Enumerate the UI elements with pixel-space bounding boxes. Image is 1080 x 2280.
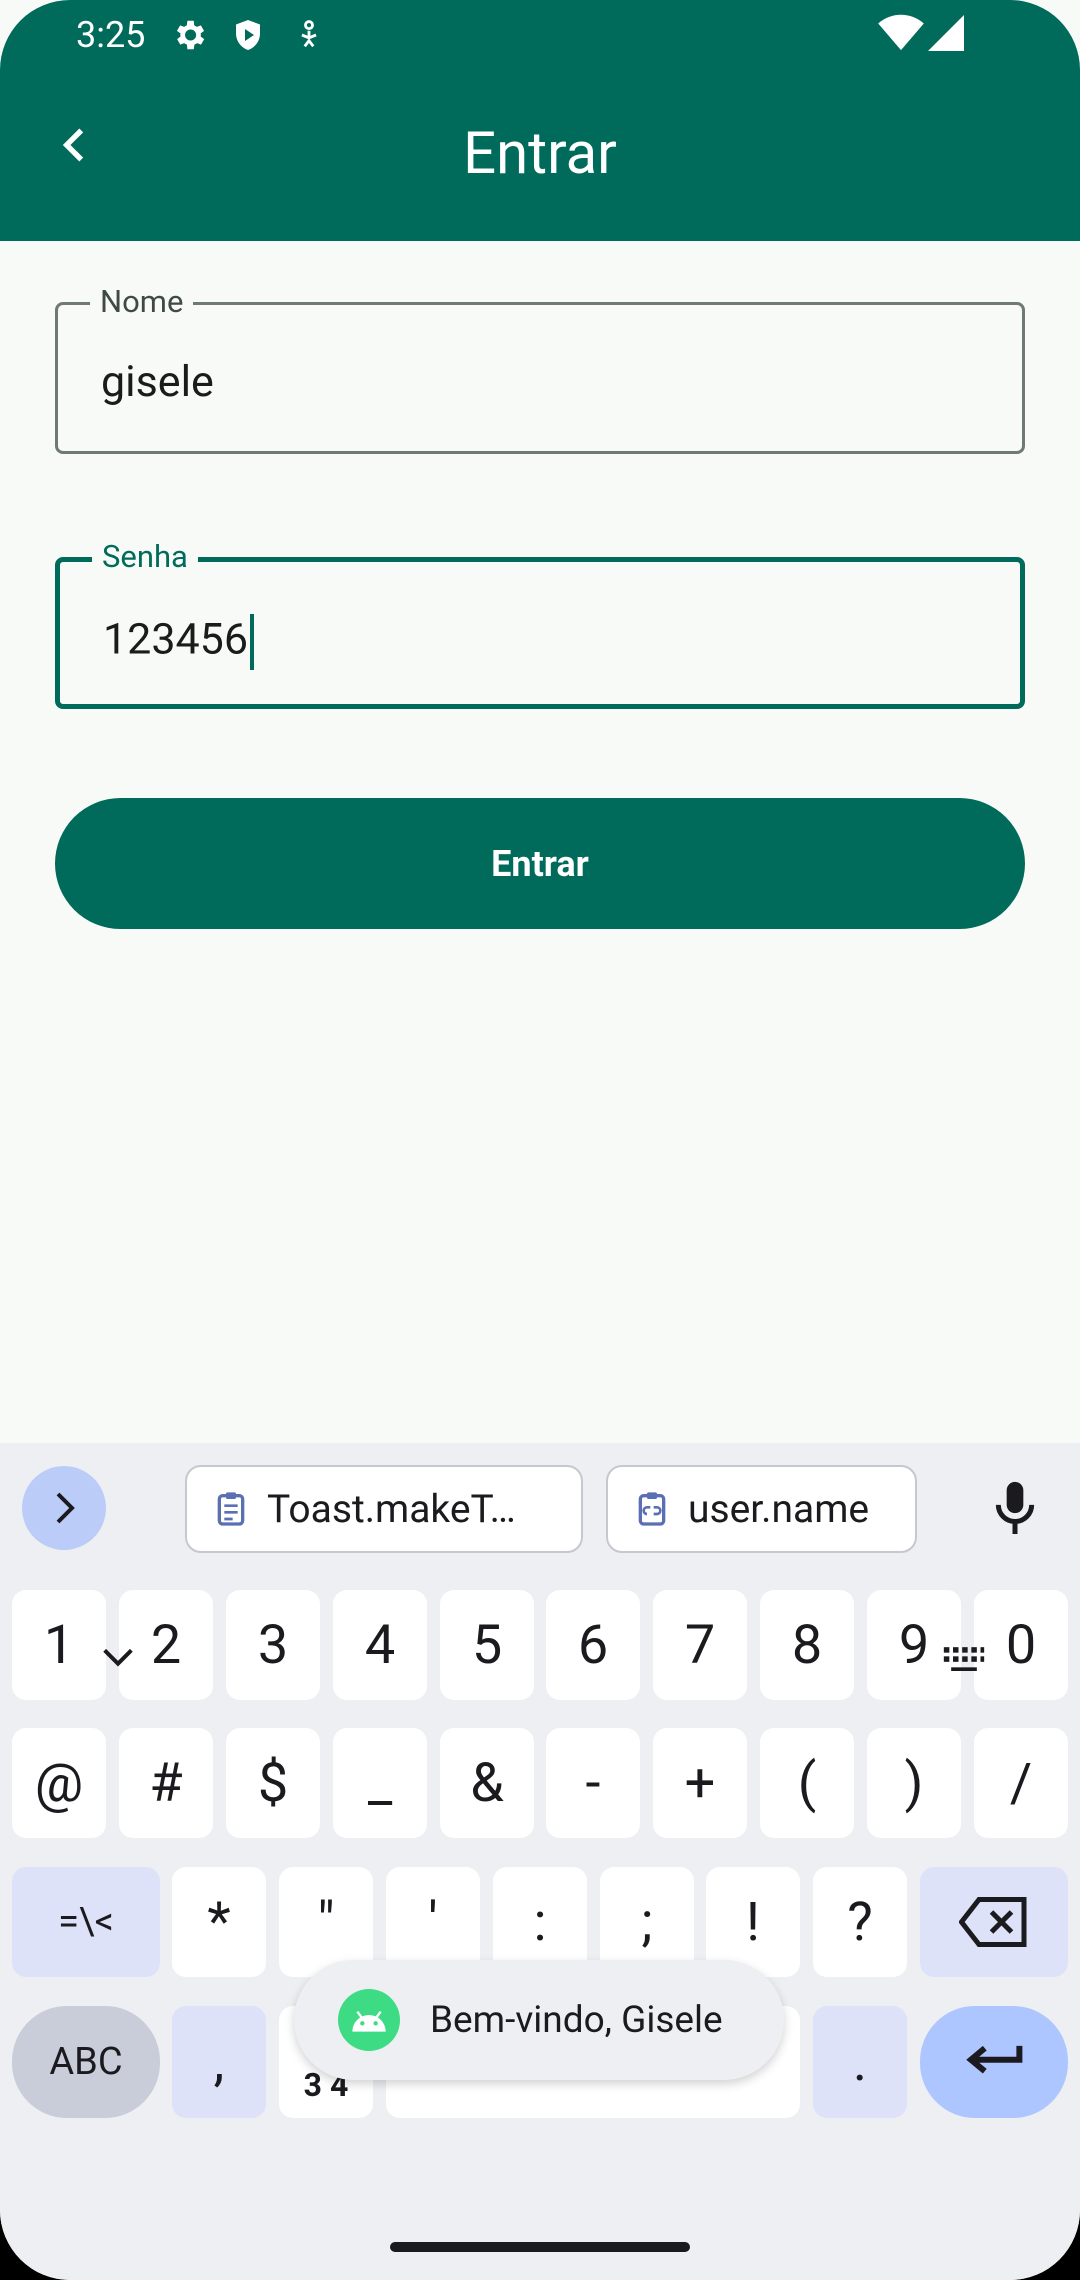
name-label: Nome: [90, 283, 194, 320]
key-hash[interactable]: #: [119, 1728, 213, 1838]
key-1[interactable]: 1: [12, 1590, 106, 1700]
keyboard: Toast.makeT… user.name: [0, 1443, 1080, 2280]
key-ampersand[interactable]: &: [440, 1728, 534, 1838]
android-icon: [338, 1989, 400, 2051]
key-6[interactable]: 6: [546, 1590, 640, 1700]
key-minus[interactable]: -: [546, 1728, 640, 1838]
keyboard-icon: [943, 1647, 985, 1671]
password-value-wrap: 123456: [103, 614, 254, 670]
home-indicator[interactable]: [390, 2242, 690, 2252]
password-label: Senha: [92, 538, 198, 575]
microphone-icon: [995, 1481, 1035, 1534]
shield-play-icon: [230, 16, 266, 58]
clipboard-chip-label: Toast.makeT…: [267, 1486, 516, 1532]
chevron-down-icon: [103, 1648, 133, 1667]
submit-button[interactable]: Entrar: [55, 798, 1025, 929]
clipboard-icon: [217, 1492, 245, 1526]
name-field[interactable]: Nome gisele: [55, 283, 1025, 454]
key-3[interactable]: 3: [226, 1590, 320, 1700]
key-at[interactable]: @: [12, 1728, 106, 1838]
wifi-icon: [878, 14, 924, 56]
clipboard-chip[interactable]: user.name: [606, 1465, 917, 1553]
key-8[interactable]: 8: [760, 1590, 854, 1700]
key-7[interactable]: 7: [653, 1590, 747, 1700]
key-question[interactable]: ?: [813, 1867, 907, 1977]
backspace-key[interactable]: [920, 1867, 1068, 1977]
key-0[interactable]: 0: [974, 1590, 1068, 1700]
chevron-right-icon: [56, 1492, 75, 1524]
name-value: gisele: [101, 357, 214, 407]
switch-keyboard-button[interactable]: [942, 1645, 986, 1679]
enter-arrow-icon: [966, 2045, 1023, 2074]
app-bar: 3:25 Entrar: [0, 0, 1080, 241]
key-asterisk[interactable]: *: [172, 1867, 266, 1977]
enter-key[interactable]: [920, 2006, 1068, 2118]
accessibility-icon: [292, 16, 326, 58]
toast: Bem-vindo, Gisele: [294, 1960, 784, 2080]
backspace-icon: [959, 1897, 1027, 1947]
key-period[interactable]: .: [813, 2006, 907, 2118]
password-field[interactable]: Senha 123456: [55, 538, 1025, 709]
key-slash[interactable]: /: [974, 1728, 1068, 1838]
hide-keyboard-button[interactable]: [98, 1642, 138, 1676]
key-4[interactable]: 4: [333, 1590, 427, 1700]
key-dollar[interactable]: $: [226, 1728, 320, 1838]
key-underscore[interactable]: _: [333, 1728, 427, 1838]
abc-key[interactable]: ABC: [12, 2006, 160, 2118]
key-5[interactable]: 5: [440, 1590, 534, 1700]
clipboard-chip-label: user.name: [688, 1486, 870, 1532]
key-open-paren[interactable]: (: [760, 1728, 854, 1838]
expand-toolbar-button[interactable]: [22, 1466, 106, 1550]
page-title: Entrar: [463, 120, 617, 188]
cell-signal-icon: [928, 14, 964, 56]
screen: 3:25 Entrar Nome gisele Senha 123456 Ent…: [0, 0, 1080, 2280]
key-more-symbols[interactable]: =\<: [12, 1867, 160, 1977]
key-comma[interactable]: ,: [172, 2006, 266, 2118]
microphone-button[interactable]: [990, 1479, 1040, 1543]
clipboard-chip[interactable]: Toast.makeT…: [185, 1465, 583, 1553]
toast-message: Bem-vindo, Gisele: [430, 1998, 723, 2042]
status-bar: 3:25: [0, 0, 1080, 72]
key-close-paren[interactable]: ): [867, 1728, 961, 1838]
settings-gear-icon: [170, 16, 208, 58]
password-value: 123456: [103, 614, 248, 665]
status-time: 3:25: [76, 14, 146, 56]
text-caret: [250, 614, 254, 670]
key-plus[interactable]: +: [653, 1728, 747, 1838]
clipboard-link-icon: [638, 1492, 666, 1526]
